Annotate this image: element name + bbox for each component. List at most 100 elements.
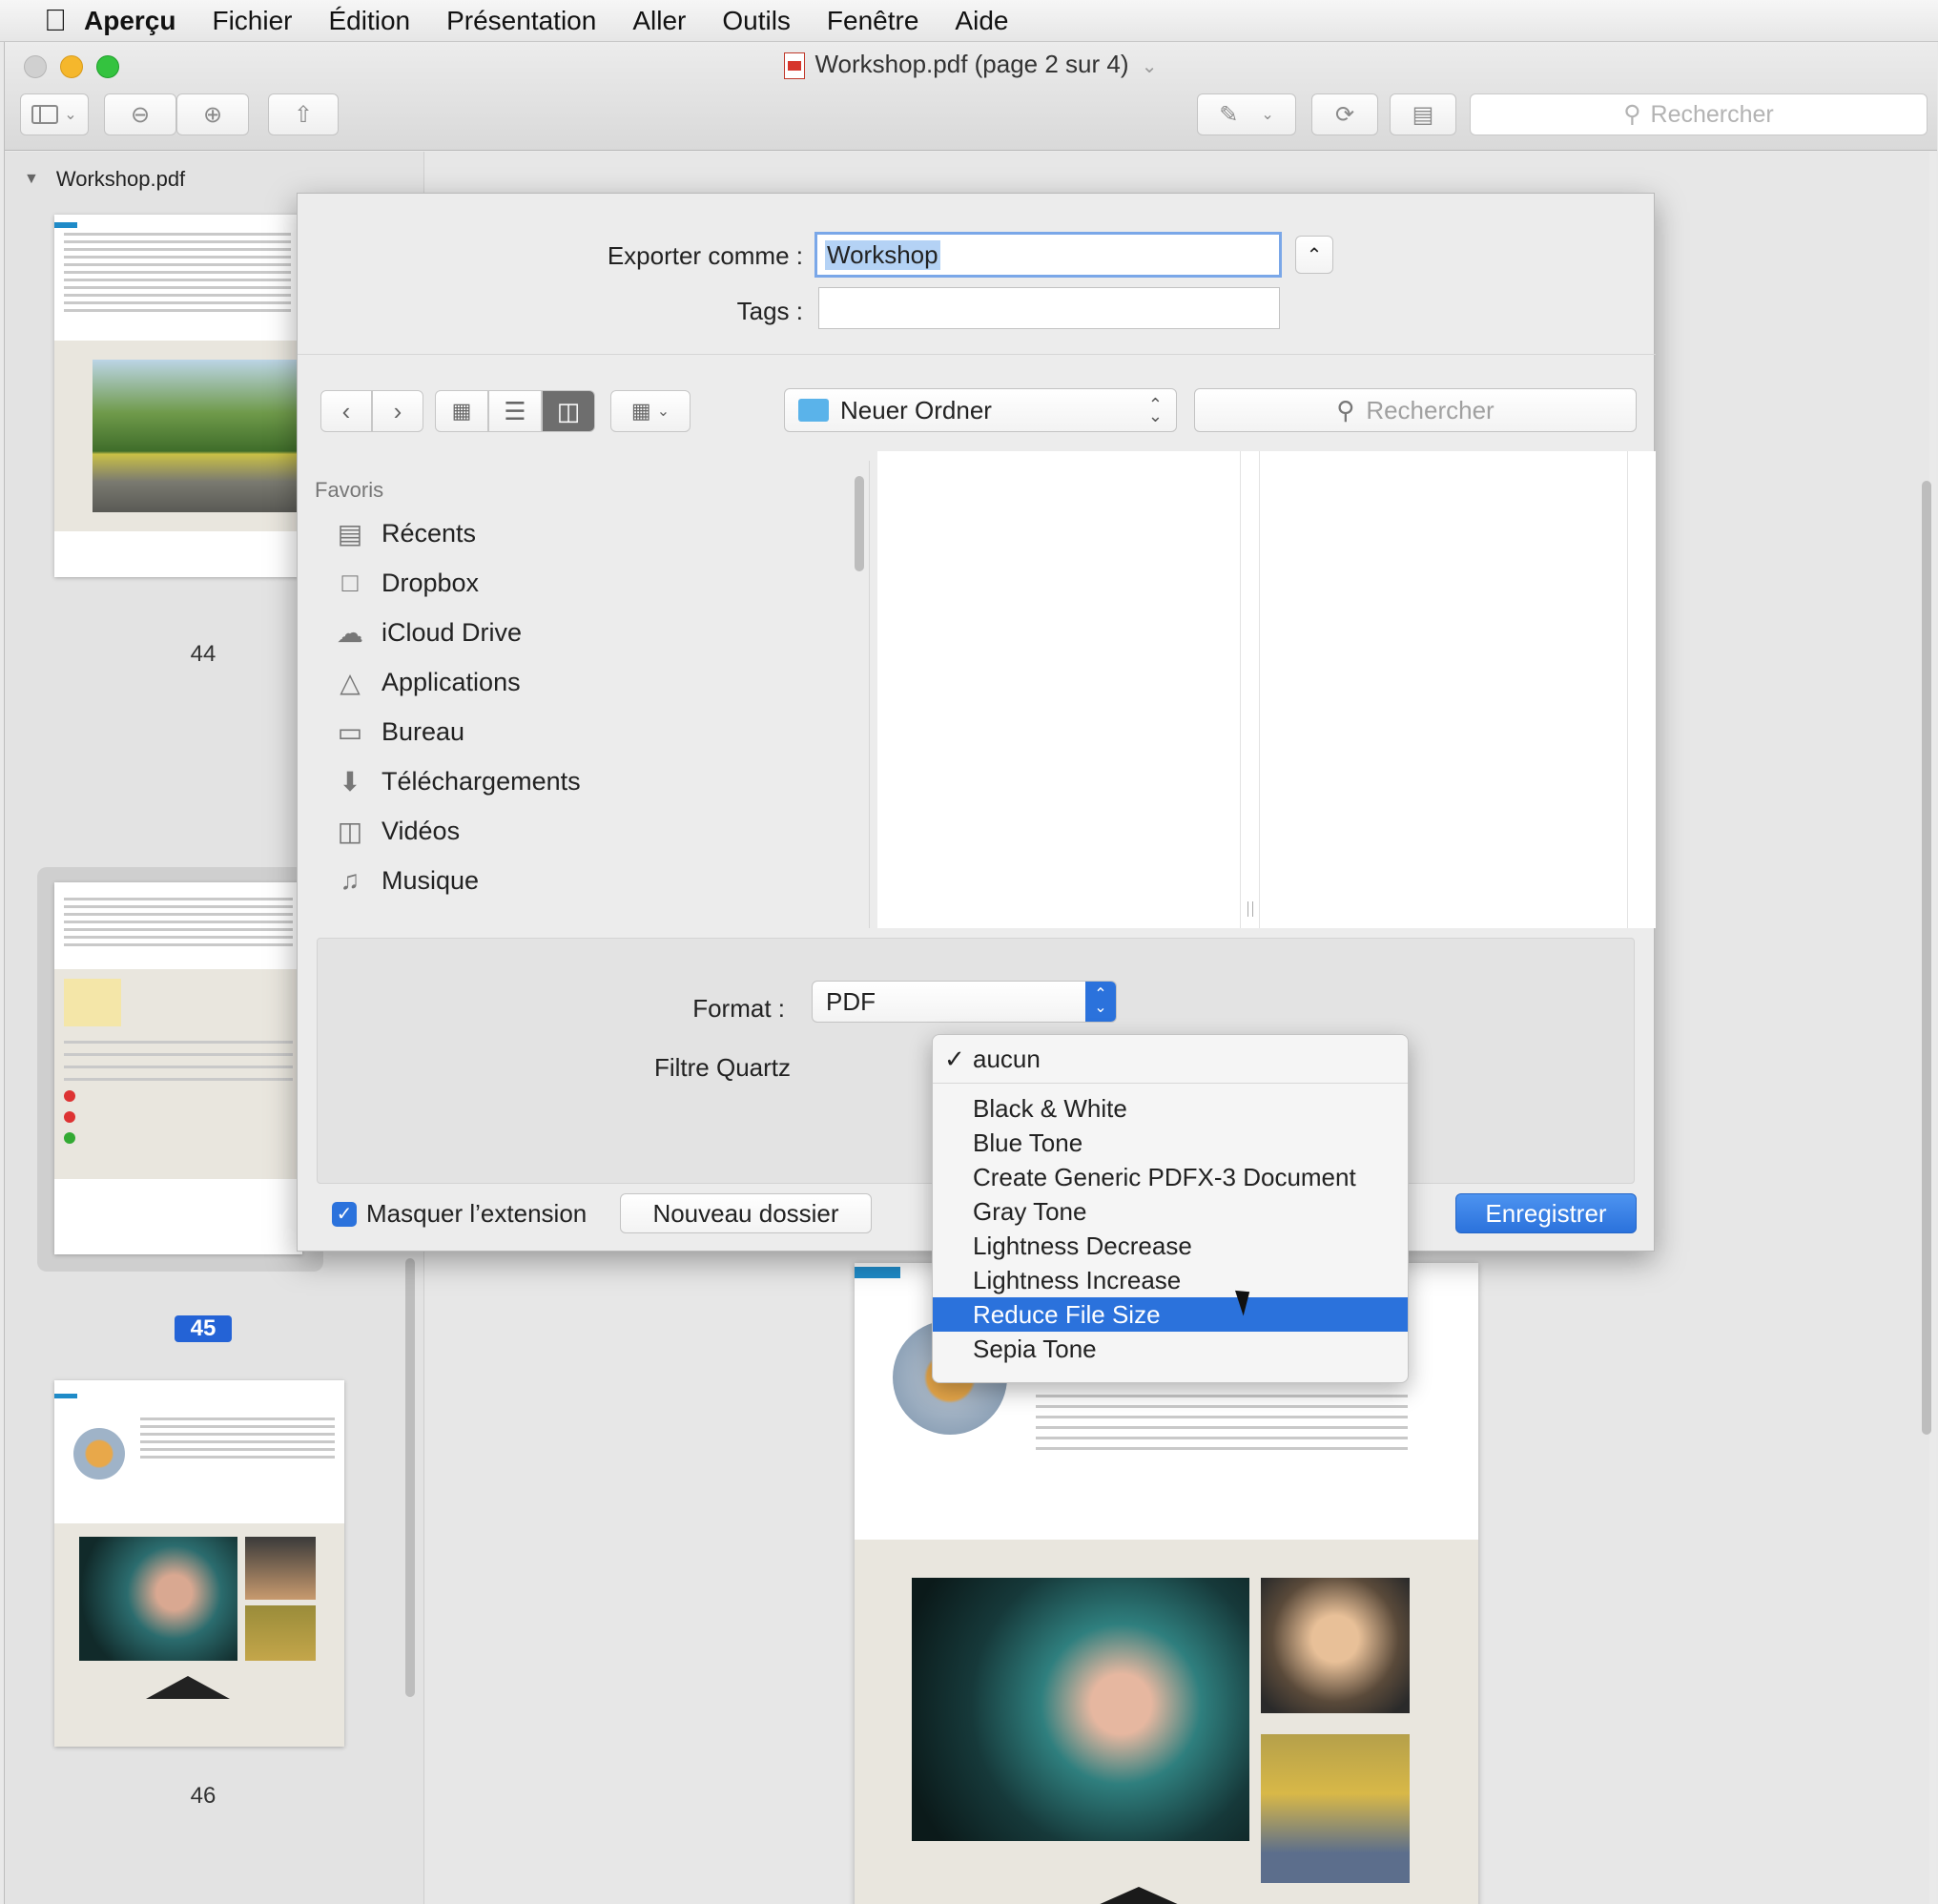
location-popup[interactable]: Neuer Ordner ⌃ ⌄ (784, 388, 1177, 432)
format-value: PDF (826, 986, 876, 1016)
hide-extension-label: Masquer l’extension (366, 1199, 588, 1228)
chevron-down-icon: ⌄ (1261, 107, 1274, 123)
export-as-value: Workshop (825, 239, 940, 270)
toolbar-search-field[interactable]: ⚲ Rechercher (1470, 93, 1928, 135)
menu-aide[interactable]: Aide (955, 6, 1008, 36)
quartz-option-sepia-tone[interactable]: Sepia Tone (933, 1332, 1408, 1366)
quartz-option-aucun[interactable]: ✓ aucun (933, 1039, 1408, 1079)
favorite-recents[interactable]: ▤ Récents (298, 508, 869, 558)
cloud-icon: ☁ (337, 617, 363, 648)
share-button[interactable]: ⇧ (268, 93, 339, 135)
favorites-scrollbar[interactable] (855, 476, 864, 571)
list-view-button[interactable]: ☰ (488, 390, 542, 432)
favorite-label: Applications (381, 667, 521, 696)
downloads-icon: ⬇ (339, 766, 361, 797)
column-view-button[interactable]: ◫ (542, 390, 595, 432)
portrait-image (912, 1578, 1249, 1841)
zoom-out-button[interactable]: ⊖ (104, 93, 176, 135)
favorite-videos[interactable]: ◫ Vidéos (298, 806, 869, 856)
location-value: Neuer Ordner (840, 395, 992, 424)
sidebar-file-name: Workshop.pdf (55, 167, 186, 191)
favorite-applications[interactable]: △ Applications (298, 657, 869, 707)
expand-collapse-button[interactable]: ⌃ (1295, 236, 1333, 274)
icon-view-button[interactable]: ▦ (435, 390, 488, 432)
menu-fichier[interactable]: Fichier (212, 6, 292, 36)
markup-button[interactable]: ✎ ⌄ (1197, 93, 1296, 135)
sidebar-toggle-button[interactable]: ⌄ (20, 93, 89, 135)
new-folder-button[interactable]: Nouveau dossier (620, 1193, 872, 1233)
menu-app[interactable]: Aperçu (84, 6, 175, 36)
quartz-option-reduce-file-size[interactable]: Reduce File Size (933, 1297, 1408, 1332)
favorite-dropbox[interactable]: □ Dropbox (298, 558, 869, 608)
back-button[interactable]: ‹ (320, 390, 372, 432)
favorite-telechargements[interactable]: ⬇ Téléchargements (298, 756, 869, 806)
rotate-button[interactable]: ⟳ (1311, 93, 1378, 135)
gallery-icon: ▦ (630, 399, 651, 423)
save-button[interactable]: Enregistrer (1455, 1193, 1637, 1233)
group-view-button[interactable]: ▦ ⌄ (610, 390, 691, 432)
window-title-text: Workshop.pdf (page 2 sur 4) (814, 50, 1129, 78)
toolbox-button[interactable]: ▤ (1390, 93, 1456, 135)
quartz-option-lightness-decrease[interactable]: Lightness Decrease (933, 1229, 1408, 1263)
updown-chevron-icon: ⌃ ⌄ (1085, 982, 1116, 1022)
desktop-icon: ▭ (337, 716, 363, 747)
title-chevron-down-icon[interactable]: ⌄ (1142, 56, 1158, 77)
favorite-label: Vidéos (381, 816, 461, 845)
quartz-option-blue-tone[interactable]: Blue Tone (933, 1126, 1408, 1160)
page-number-44: 44 (190, 641, 216, 667)
chevron-right-icon: › (393, 396, 402, 425)
search-icon: ⚲ (1623, 101, 1641, 128)
column-divider (1240, 451, 1241, 928)
zoom-in-button[interactable]: ⊕ (176, 93, 249, 135)
column-resize-handle[interactable] (1247, 901, 1253, 917)
graduation-cap-icon (146, 1676, 230, 1699)
favorite-label: Dropbox (381, 568, 480, 597)
menu-edition[interactable]: Édition (328, 6, 410, 36)
sheet-search-field[interactable]: ⚲ Rechercher (1194, 388, 1637, 432)
search-icon: ⚲ (1336, 395, 1355, 424)
export-as-field[interactable]: Workshop (814, 232, 1282, 278)
quartz-option-pdfx3[interactable]: Create Generic PDFX-3 Document (933, 1160, 1408, 1194)
forward-button[interactable]: › (372, 390, 423, 432)
thumbnail-page-46[interactable] (54, 1380, 344, 1747)
apple-menu-icon[interactable]:  (27, 3, 84, 38)
quartz-option-black-white[interactable]: Black & White (933, 1091, 1408, 1126)
thumbnail-page-45[interactable] (54, 882, 302, 1254)
format-label: Format : (692, 994, 785, 1023)
chevron-down-icon: ⌄ (656, 404, 670, 420)
thumbnail-portrait-image (79, 1537, 237, 1661)
menu-fenetre[interactable]: Fenêtre (827, 6, 919, 36)
toolbox-icon: ▤ (1412, 101, 1434, 128)
file-browser-columns (877, 451, 1656, 928)
pdf-file-icon (784, 52, 806, 80)
document-scrollbar[interactable] (1922, 481, 1931, 1435)
checkbox-checked-icon[interactable]: ✓ (332, 1201, 357, 1227)
menu-presentation[interactable]: Présentation (446, 6, 596, 36)
sidebar-scrollbar[interactable] (405, 1258, 415, 1697)
quartz-option-lightness-increase[interactable]: Lightness Increase (933, 1263, 1408, 1297)
menu-bar:  Aperçu Fichier Édition Présentation Al… (0, 0, 1938, 42)
disclosure-triangle-icon[interactable]: ▼ (24, 171, 39, 188)
hide-extension-checkbox-row[interactable]: ✓ Masquer l’extension (332, 1199, 587, 1229)
woman-photo (1261, 1578, 1410, 1713)
graduation-cap-icon (1053, 1887, 1225, 1904)
favorite-icloud-drive[interactable]: ☁ iCloud Drive (298, 608, 869, 657)
format-popup[interactable]: PDF ⌃ ⌄ (812, 981, 1117, 1023)
folder-icon: □ (341, 568, 359, 597)
quartz-option-label: aucun (973, 1044, 1041, 1073)
menu-outils[interactable]: Outils (722, 6, 791, 36)
pen-icon: ✎ (1219, 101, 1239, 128)
chevron-down-icon: ⌄ (64, 107, 77, 123)
tags-field[interactable] (818, 287, 1280, 329)
divider (298, 354, 1656, 355)
zoom-out-icon: ⊖ (130, 101, 151, 128)
thumbnail-page-44[interactable] (54, 215, 300, 577)
menu-aller[interactable]: Aller (632, 6, 686, 36)
share-icon: ⇧ (293, 101, 314, 128)
applications-icon: △ (340, 667, 361, 697)
favorite-musique[interactable]: ♫ Musique (298, 856, 869, 905)
sidebar-file-header[interactable]: ▼ Workshop.pdf (24, 167, 185, 192)
favorite-bureau[interactable]: ▭ Bureau (298, 707, 869, 756)
quartz-option-gray-tone[interactable]: Gray Tone (933, 1194, 1408, 1229)
folder-icon (798, 399, 829, 422)
